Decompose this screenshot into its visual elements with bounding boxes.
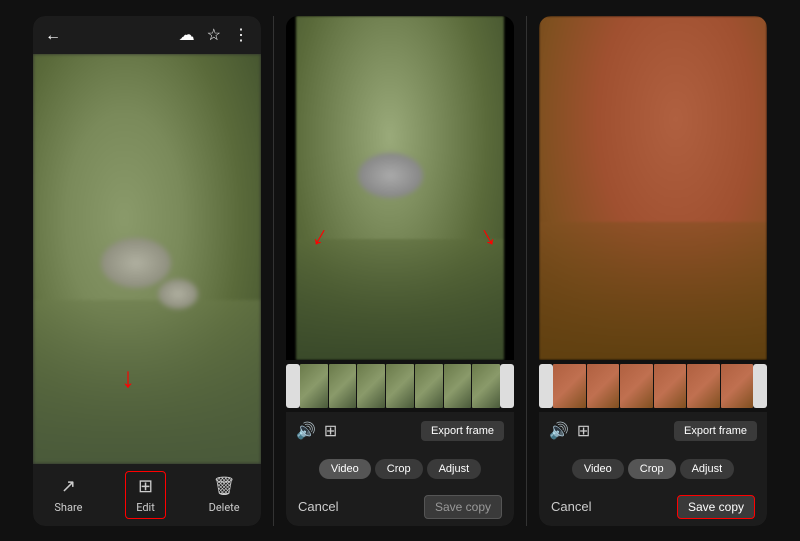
video-area-3: [539, 16, 767, 360]
bottom-bar-1: ↗ Share ⊞ Edit 🗑 Delete: [33, 464, 261, 526]
delete-icon: 🗑: [213, 476, 236, 497]
export-frame-button-2[interactable]: Export frame: [421, 421, 504, 441]
film-frame: [329, 364, 357, 408]
film-frame: [357, 364, 385, 408]
edit-label: Edit: [136, 501, 155, 514]
controls-row-2: 🔊 ⊞ Export frame: [286, 412, 514, 450]
phone-1: ← ☁ ☆ ⋮ ↓ ↗ Share ⊞ Edi: [33, 16, 261, 526]
more-icon[interactable]: ⋮: [233, 25, 249, 44]
phone-3: 🔊 ⊞ Export frame Video Crop Adjust Cance…: [539, 16, 767, 526]
edit-button[interactable]: ⊞ Edit: [125, 471, 166, 519]
filmstrip-left-handle-3[interactable]: [539, 364, 553, 408]
volume-icon-3[interactable]: 🔊: [549, 421, 569, 440]
upload-icon[interactable]: ☁: [179, 25, 195, 44]
action-row-2: Cancel Save copy: [286, 488, 514, 526]
tab-row-2: Video Crop Adjust: [286, 450, 514, 488]
filmstrip-row-2: [286, 360, 514, 412]
separator-2: [526, 16, 527, 526]
adjust-tab-2[interactable]: Adjust: [427, 459, 482, 479]
top-bar-1: ← ☁ ☆ ⋮: [33, 16, 261, 54]
film-frame-3: [620, 364, 653, 408]
separator-1: [273, 16, 274, 526]
landscape-image-1: [33, 54, 261, 464]
image-area-1: ↓: [33, 54, 261, 464]
phone-2: ↓ ↓ 🔊 ⊞ Export frame Video: [286, 16, 514, 526]
main-container: ← ☁ ☆ ⋮ ↓ ↗ Share ⊞ Edi: [0, 0, 800, 541]
filmstrip-row-3: [539, 360, 767, 412]
film-frame-3: [654, 364, 687, 408]
share-button[interactable]: ↗ Share: [54, 476, 82, 514]
video-tab-2[interactable]: Video: [319, 459, 371, 479]
landscape-image-2: [296, 16, 504, 360]
top-bar-icons: ☁ ☆ ⋮: [179, 25, 249, 44]
film-frame: [386, 364, 414, 408]
adjust-tab-3[interactable]: Adjust: [680, 459, 735, 479]
filmstrip-left-handle[interactable]: [286, 364, 300, 408]
cancel-button-2[interactable]: Cancel: [298, 499, 338, 514]
film-frame: [300, 364, 328, 408]
edit-icon: ⊞: [138, 476, 153, 497]
volume-icon-2[interactable]: 🔊: [296, 421, 316, 440]
film-frame: [415, 364, 443, 408]
film-frame-3: [687, 364, 720, 408]
share-label: Share: [54, 501, 82, 514]
film-frame: [444, 364, 472, 408]
tab-row-3: Video Crop Adjust: [539, 450, 767, 488]
share-icon: ↗: [61, 476, 76, 497]
crop-tab-3[interactable]: Crop: [628, 459, 676, 479]
film-frame: [472, 364, 500, 408]
action-row-3: Cancel Save copy: [539, 488, 767, 526]
controls-row-3: 🔊 ⊞ Export frame: [539, 412, 767, 450]
save-copy-button-3[interactable]: Save copy: [677, 495, 755, 519]
landscape-image-3: [539, 16, 767, 360]
star-icon[interactable]: ☆: [207, 25, 221, 44]
film-frame-3: [587, 364, 620, 408]
layout-icon-2[interactable]: ⊞: [324, 421, 337, 440]
save-copy-button-2[interactable]: Save copy: [424, 495, 502, 519]
layout-icon-3[interactable]: ⊞: [577, 421, 590, 440]
filmstrip-2: [300, 364, 500, 408]
video-tab-3[interactable]: Video: [572, 459, 624, 479]
cancel-button-3[interactable]: Cancel: [551, 499, 591, 514]
delete-label: Delete: [209, 501, 240, 514]
export-frame-button-3[interactable]: Export frame: [674, 421, 757, 441]
crop-tab-2[interactable]: Crop: [375, 459, 423, 479]
delete-button[interactable]: 🗑 Delete: [209, 476, 240, 514]
film-frame-3: [553, 364, 586, 408]
film-frame-3: [721, 364, 754, 408]
back-icon[interactable]: ←: [45, 25, 61, 45]
filmstrip-right-handle-3[interactable]: [753, 364, 767, 408]
filmstrip-right-handle[interactable]: [500, 364, 514, 408]
video-area-2: ↓ ↓: [286, 16, 514, 360]
filmstrip-3: [553, 364, 753, 408]
